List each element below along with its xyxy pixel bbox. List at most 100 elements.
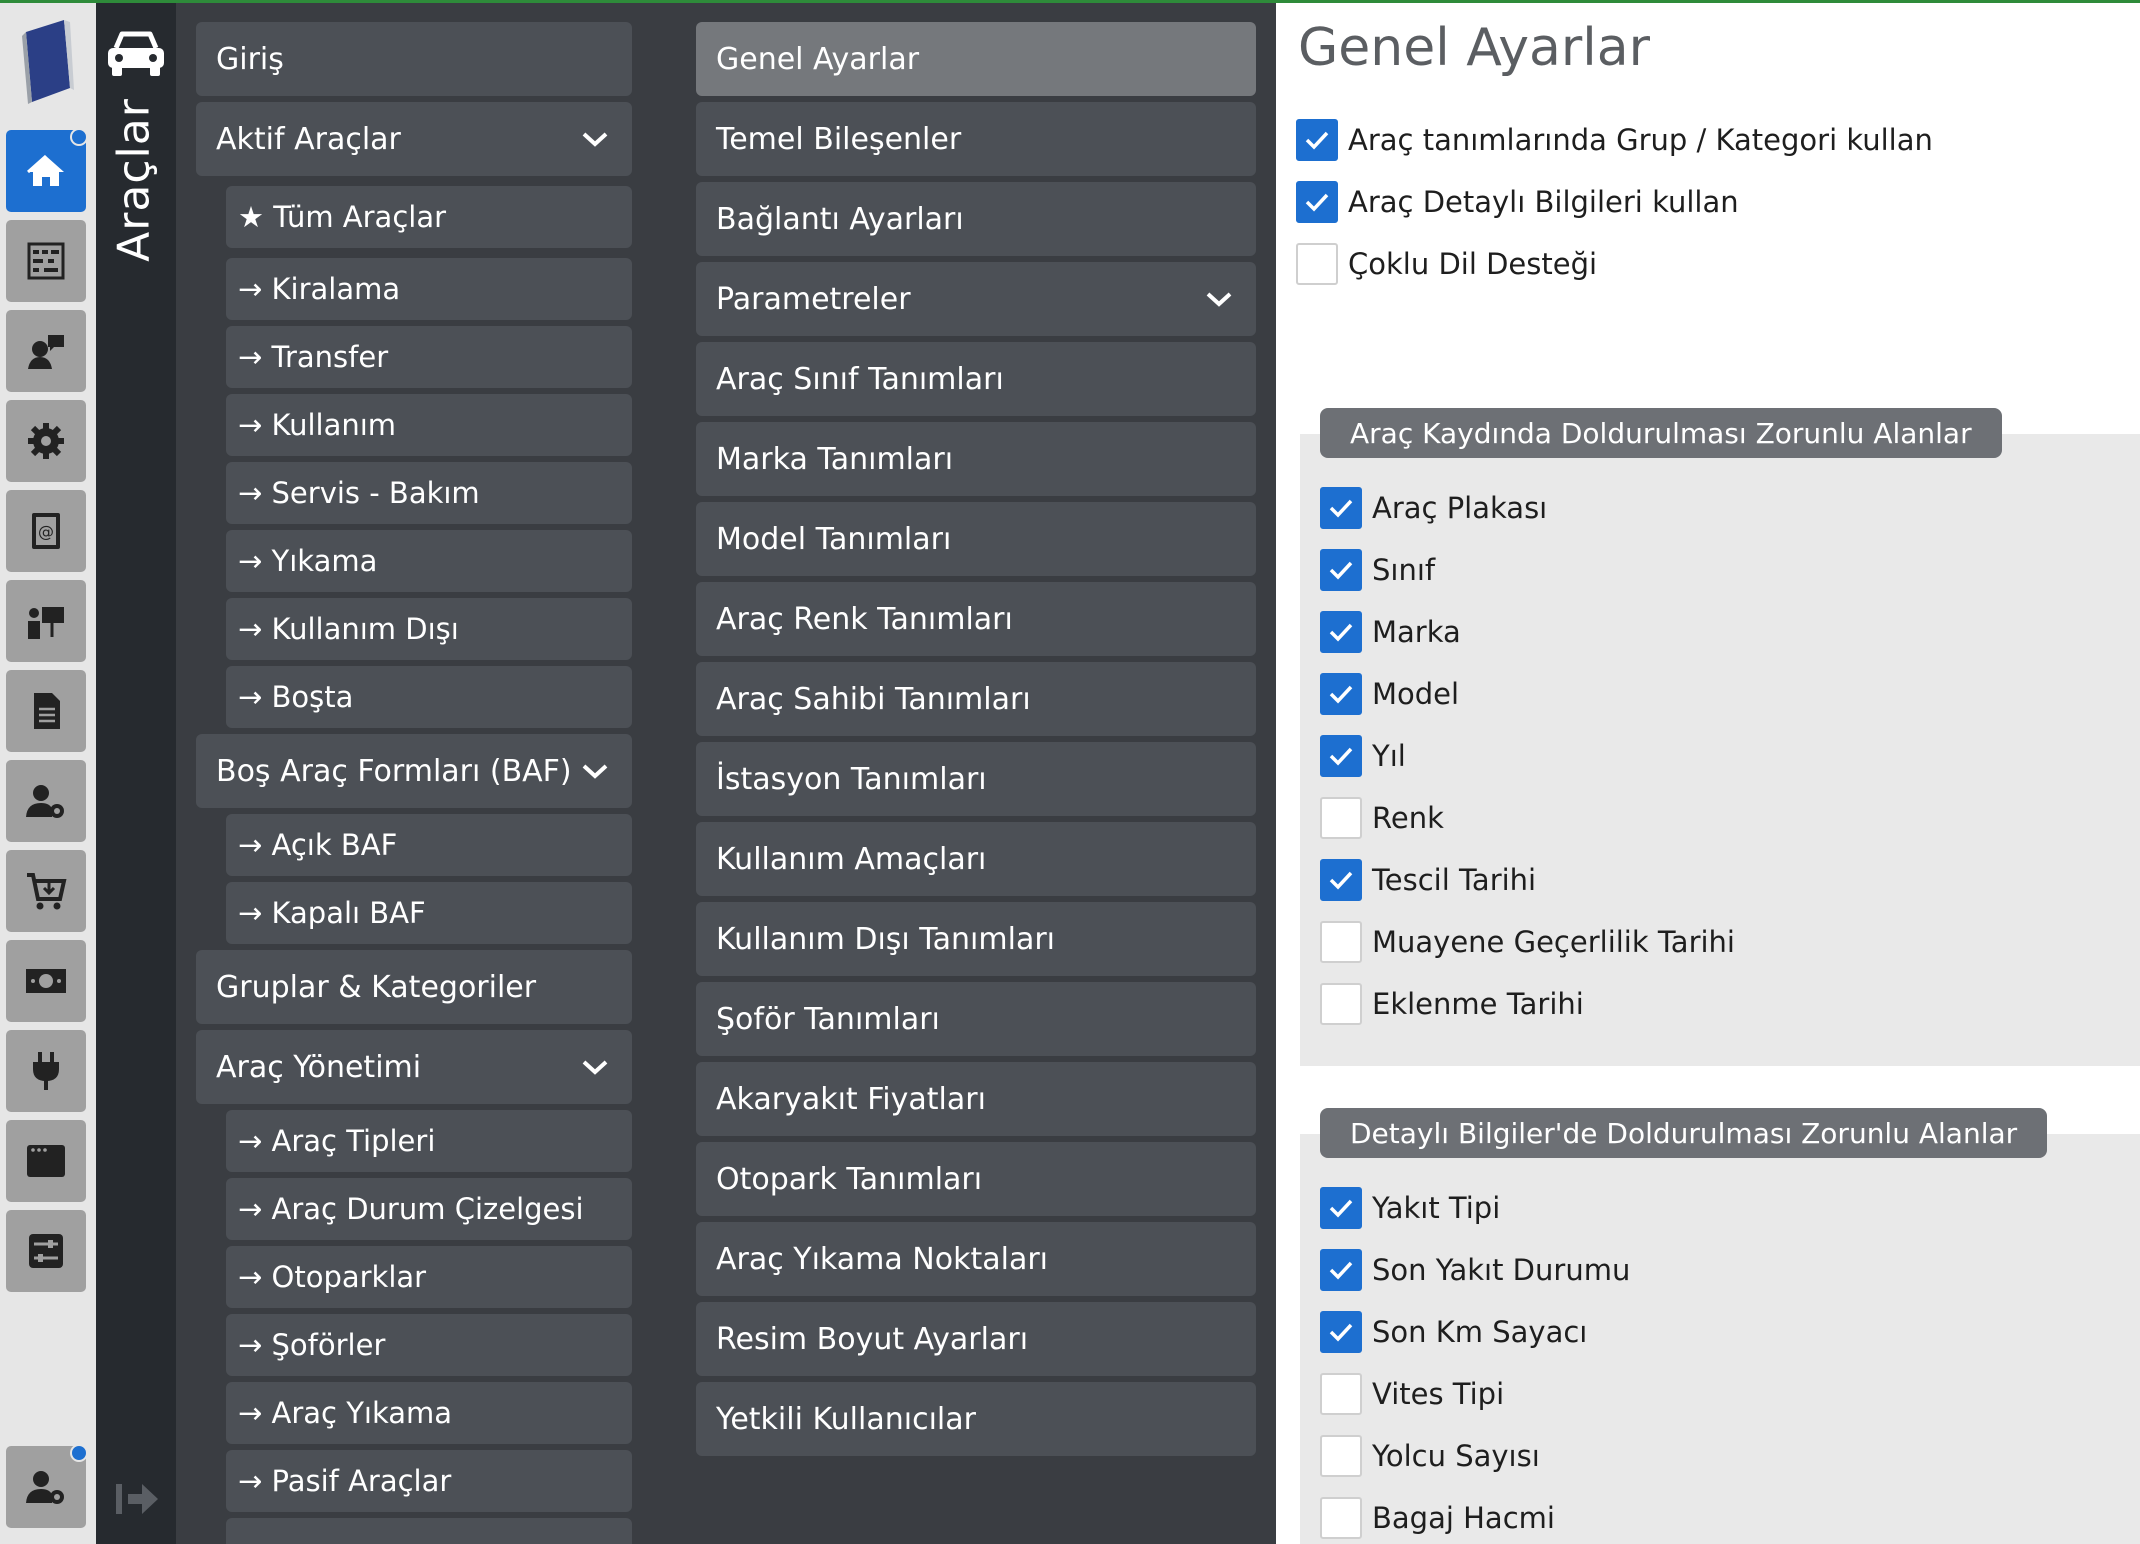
menu-subitem[interactable]: → Pasif Araçlar xyxy=(226,1450,632,1512)
checkbox-row[interactable]: Bagaj Hacmi xyxy=(1320,1495,1555,1541)
menu-subitem[interactable]: → Otoparklar xyxy=(226,1246,632,1308)
settings-item[interactable]: Model Tanımları xyxy=(696,502,1256,576)
settings-item[interactable]: Marka Tanımları xyxy=(696,422,1256,496)
checkbox[interactable] xyxy=(1320,487,1362,529)
checkbox-row[interactable]: Son Yakıt Durumu xyxy=(1320,1247,1630,1293)
settings-item[interactable]: Yetkili Kullanıcılar xyxy=(696,1382,1256,1456)
settings-item-parametreler[interactable]: Parametreler xyxy=(696,262,1256,336)
settings-item[interactable]: Araç Yıkama Noktaları xyxy=(696,1222,1256,1296)
menu-subitem[interactable]: → Kullanım Dışı xyxy=(226,598,632,660)
checkbox-row[interactable]: Vites Tipi xyxy=(1320,1371,1504,1417)
menu-subitem[interactable]: → Kullanım xyxy=(226,394,632,456)
plug-icon[interactable] xyxy=(6,1030,86,1112)
checkbox[interactable] xyxy=(1320,1311,1362,1353)
menu-subitem[interactable]: → Açık BAF xyxy=(226,814,632,876)
settings-item[interactable]: Kullanım Amaçları xyxy=(696,822,1256,896)
check-icon xyxy=(1329,685,1353,704)
abacus-icon[interactable] xyxy=(6,220,86,302)
checkbox-label: Vites Tipi xyxy=(1372,1377,1505,1411)
menu-item-giris[interactable]: Giriş xyxy=(196,22,632,96)
settings-item[interactable]: Araç Sahibi Tanımları xyxy=(696,662,1256,736)
sliders-icon[interactable] xyxy=(6,1210,86,1292)
checkbox[interactable] xyxy=(1320,983,1362,1025)
checkbox[interactable] xyxy=(1296,243,1338,285)
check-icon xyxy=(1329,1323,1353,1342)
checkbox-label: Araç Detaylı Bilgileri kullan xyxy=(1348,185,1739,219)
top-accent-line xyxy=(0,0,2140,3)
checkbox-row[interactable]: Yolcu Sayısı xyxy=(1320,1433,1540,1479)
menu-subitem[interactable]: → Transfer xyxy=(226,326,632,388)
checkbox[interactable] xyxy=(1320,549,1362,591)
checkbox-row[interactable]: Renk xyxy=(1320,795,1444,841)
checkbox-row[interactable]: Muayene Geçerlilik Tarihi xyxy=(1320,919,1735,965)
checkbox-row[interactable]: Model xyxy=(1320,671,1459,717)
checkbox[interactable] xyxy=(1320,859,1362,901)
user-settings-icon[interactable] xyxy=(6,760,86,842)
checkbox-label: Sınıf xyxy=(1372,553,1436,587)
menu-subitem[interactable]: → Kapalı BAF xyxy=(226,882,632,944)
window-icon[interactable] xyxy=(6,1120,86,1202)
checkbox-row[interactable]: Marka xyxy=(1320,609,1461,655)
checkbox-label: Eklenme Tarihi xyxy=(1372,987,1584,1021)
checkbox[interactable] xyxy=(1320,1249,1362,1291)
menu-item-gruplar[interactable]: Gruplar & Kategoriler xyxy=(196,950,632,1024)
checkbox-label: Son Yakıt Durumu xyxy=(1372,1253,1631,1287)
checkbox-row[interactable]: Çoklu Dil Desteği xyxy=(1296,241,1597,287)
money-icon[interactable] xyxy=(6,940,86,1022)
document-icon[interactable] xyxy=(6,670,86,752)
checkbox-row[interactable]: Yakıt Tipi xyxy=(1320,1185,1500,1231)
checkbox-row[interactable]: Son Km Sayacı xyxy=(1320,1309,1587,1355)
settings-item[interactable]: Kullanım Dışı Tanımları xyxy=(696,902,1256,976)
checkbox[interactable] xyxy=(1320,1373,1362,1415)
checkbox-row[interactable]: Sınıf xyxy=(1320,547,1435,593)
checkbox[interactable] xyxy=(1296,181,1338,223)
checkbox[interactable] xyxy=(1320,1497,1362,1539)
menu-subitem[interactable]: → Kiralama xyxy=(226,258,632,320)
checkbox-row[interactable]: Araç Plakası xyxy=(1320,485,1547,531)
menu-subitem[interactable]: ★ Tüm Araçlar xyxy=(226,186,632,248)
settings-item[interactable]: Akaryakıt Fiyatları xyxy=(696,1062,1256,1136)
book-logo-icon[interactable] xyxy=(20,18,76,104)
menu-item-arac-yonetimi[interactable]: Araç Yönetimi xyxy=(196,1030,632,1104)
checkbox-row[interactable]: Araç Detaylı Bilgileri kullan xyxy=(1296,179,1739,225)
menu-subitem[interactable]: → Boşta xyxy=(226,666,632,728)
checkbox-row[interactable]: Eklenme Tarihi xyxy=(1320,981,1584,1027)
checkbox[interactable] xyxy=(1320,1435,1362,1477)
checkbox-label: Muayene Geçerlilik Tarihi xyxy=(1372,925,1735,959)
menu-subitem-cut-off[interactable] xyxy=(226,1518,632,1544)
checkbox[interactable] xyxy=(1320,673,1362,715)
menu-item-baf[interactable]: Boş Araç Formları (BAF) xyxy=(196,734,632,808)
checkbox[interactable] xyxy=(1320,611,1362,653)
checkbox[interactable] xyxy=(1320,1187,1362,1229)
menu-subitem[interactable]: → Yıkama xyxy=(226,530,632,592)
settings-item[interactable]: Resim Boyut Ayarları xyxy=(696,1302,1256,1376)
menu-subitem[interactable]: → Araç Durum Çizelgesi xyxy=(226,1178,632,1240)
check-icon xyxy=(1329,561,1353,580)
checkbox-row[interactable]: Tescil Tarihi xyxy=(1320,857,1536,903)
checkbox[interactable] xyxy=(1320,797,1362,839)
menu-subitem[interactable]: → Şoförler xyxy=(226,1314,632,1376)
cart-icon[interactable] xyxy=(6,850,86,932)
menu-item-aktif-araclar[interactable]: Aktif Araçlar xyxy=(196,102,632,176)
settings-item-active[interactable]: Genel Ayarlar xyxy=(696,22,1256,96)
checkbox-row[interactable]: Yıl xyxy=(1320,733,1406,779)
checkbox[interactable] xyxy=(1320,735,1362,777)
settings-item[interactable]: Şoför Tanımları xyxy=(696,982,1256,1056)
checkbox-row[interactable]: Araç tanımlarında Grup / Kategori kullan xyxy=(1296,117,1933,163)
menu-subitem[interactable]: → Araç Yıkama xyxy=(226,1382,632,1444)
presentation-icon[interactable] xyxy=(6,580,86,662)
gear-icon[interactable] xyxy=(6,400,86,482)
checkbox[interactable] xyxy=(1320,921,1362,963)
settings-item[interactable]: Otopark Tanımları xyxy=(696,1142,1256,1216)
settings-item[interactable]: Temel Bileşenler xyxy=(696,102,1256,176)
menu-subitem[interactable]: → Servis - Bakım xyxy=(226,462,632,524)
settings-item[interactable]: Araç Renk Tanımları xyxy=(696,582,1256,656)
logout-icon[interactable] xyxy=(114,1476,160,1522)
user-speech-icon[interactable] xyxy=(6,310,86,392)
settings-item[interactable]: İstasyon Tanımları xyxy=(696,742,1256,816)
checkbox[interactable] xyxy=(1296,119,1338,161)
settings-item[interactable]: Araç Sınıf Tanımları xyxy=(696,342,1256,416)
menu-subitem[interactable]: → Araç Tipleri xyxy=(226,1110,632,1172)
address-book-icon[interactable]: @ xyxy=(6,490,86,572)
settings-item[interactable]: Bağlantı Ayarları xyxy=(696,182,1256,256)
